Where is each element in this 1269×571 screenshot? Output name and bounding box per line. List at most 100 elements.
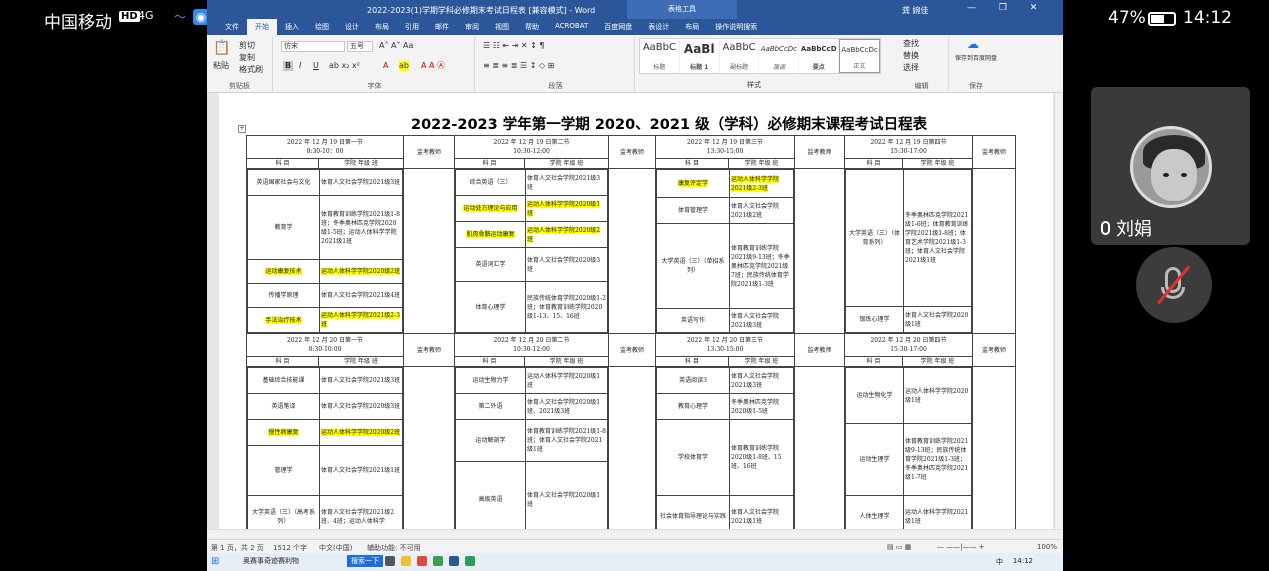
proctor-cell[interactable]: [972, 168, 1016, 334]
tab-acrobat[interactable]: ACROBAT: [547, 19, 596, 35]
bold-button[interactable]: B: [283, 61, 294, 71]
paste-icon[interactable]: 📋: [213, 41, 230, 55]
wechat-icon[interactable]: [465, 556, 475, 566]
tab-table-layout[interactable]: 布局: [677, 19, 707, 35]
style-sample: AaBbCcD: [800, 45, 837, 53]
font-group: 仿宋 五号 A˄ A˅ Aa B I U ab x₂ x² A ab A A Ⓐ…: [275, 37, 475, 91]
font-color-icon[interactable]: A: [383, 61, 388, 71]
tab-layout[interactable]: 布局: [367, 19, 397, 35]
proctor-cell[interactable]: [794, 366, 845, 539]
style-normal[interactable]: AaBbCcDc 正文: [839, 39, 880, 73]
page-count[interactable]: 第 1 页，共 2 页: [211, 543, 264, 553]
cloud-icon[interactable]: ☁: [967, 38, 979, 50]
select-button[interactable]: 选择: [903, 63, 919, 73]
tab-references[interactable]: 引用: [397, 19, 427, 35]
style-emphasis[interactable]: AaBbCcDc 强调: [759, 39, 800, 73]
strike-icon[interactable]: ab x₂ x²: [329, 61, 360, 71]
status-bar: 第 1 页，共 2 页 1512 个字 中文(中国) 辅助功能: 不可用 ▤ ▭…: [207, 539, 1063, 553]
save-baidu-button[interactable]: 保存到百度网盘: [953, 55, 999, 63]
slot4-list: 运动生物化学 运动人体科学学院2020级1班 运动生理学 体育教育训练学院2021级…: [845, 367, 972, 538]
class-col-header: 学院 年级 班: [524, 158, 609, 169]
highlight-text: 运动人体科学学院2020级2班: [321, 429, 401, 436]
class-col-header: 学院 年级 班: [902, 158, 973, 169]
grow-font-icon[interactable]: A˄ A˅ Aa: [379, 41, 413, 51]
app-icon[interactable]: [433, 556, 443, 566]
slot3-cell: 英语阅读3 体育人文社会学院2021级3班 教育心理学 冬季奥林匹克学院2020级1…: [655, 366, 795, 539]
taskbar-search-button[interactable]: 搜索一下: [347, 555, 383, 567]
vertical-scrollbar[interactable]: [1054, 93, 1063, 529]
exam-row: 英语词汇学 体育人文社会学院2020级3班: [455, 247, 608, 282]
tab-view[interactable]: 视图: [487, 19, 517, 35]
proctor-cell[interactable]: [608, 168, 656, 334]
exam-class: 体育人文社会学院2020级3班: [525, 247, 608, 282]
language-indicator[interactable]: 中文(中国): [319, 543, 352, 553]
align-icon[interactable]: ≡ ≣ ≡ ≣ ☰ ↕ ◇ ⊞: [483, 61, 554, 71]
proctor-cell[interactable]: [794, 168, 845, 334]
word-count[interactable]: 1512 个字: [273, 543, 307, 553]
paste-button[interactable]: 粘贴: [213, 61, 229, 71]
style-subtitle[interactable]: AaBbC 副标题: [720, 39, 760, 73]
tab-table-design[interactable]: 表设计: [640, 19, 677, 35]
slot-header: 2022 年 12 月 20 日第二节 10:30-12:00: [454, 333, 609, 357]
proctor-cell[interactable]: [403, 366, 455, 539]
word-icon[interactable]: [449, 556, 459, 566]
view-icons[interactable]: ▤ ▭ ▦: [887, 543, 911, 551]
style-title[interactable]: AaBbC 标题: [640, 39, 680, 73]
ribbon-tabs: 文件 开始 插入 绘图 设计 布局 引用 邮件 审阅 视图 帮助 ACROBAT…: [207, 19, 1063, 35]
exam-row: 体育管理学 体育人文社会学院2021级2班: [656, 197, 794, 224]
proctor-cell[interactable]: [608, 366, 656, 539]
proctor-cell[interactable]: [972, 366, 1016, 539]
user-name[interactable]: 龚 婉佳: [902, 5, 929, 16]
cut-button[interactable]: 剪切: [239, 41, 255, 51]
find-button[interactable]: 查找: [903, 39, 919, 49]
table-move-handle[interactable]: +: [238, 125, 246, 133]
horizontal-scrollbar[interactable]: [207, 529, 1063, 539]
chrome-icon[interactable]: [417, 556, 427, 566]
tab-baidu[interactable]: 百度网盘: [596, 19, 640, 35]
underline-button[interactable]: U: [313, 61, 319, 71]
font-size-select[interactable]: 五号: [347, 41, 373, 52]
list-icon[interactable]: ☰ ☷ ⇤ ⇥ ✕ ↕ ¶: [483, 41, 545, 51]
replace-button[interactable]: 替换: [903, 51, 919, 61]
style-strong[interactable]: AaBbCcD 要点: [799, 39, 840, 73]
style-heading1[interactable]: AaBl 标题 1: [680, 39, 720, 73]
zoom-level[interactable]: 100%: [1037, 543, 1057, 551]
taskview-icon[interactable]: [385, 556, 395, 566]
exam-row: 传播学原理 体育人文社会学院2021级4班: [247, 283, 403, 308]
schedule-table[interactable]: 2022 年 12 月 19 日第一节 8:30-10：00 监考教师 2022 …: [246, 135, 1016, 539]
tell-me-search[interactable]: 操作说明搜索: [707, 19, 765, 35]
ime-indicator[interactable]: 中: [996, 557, 1003, 567]
highlight-text: 康复评定学: [677, 180, 708, 187]
mute-button[interactable]: [1136, 247, 1212, 323]
windows-start-icon[interactable]: ⊞: [211, 556, 219, 567]
tab-design[interactable]: 设计: [337, 19, 367, 35]
highlight-icon[interactable]: ab: [399, 61, 409, 71]
taskbar-search-input[interactable]: 奥赛事奇迹赛利物: [243, 556, 299, 566]
tab-help[interactable]: 帮助: [517, 19, 547, 35]
tab-review[interactable]: 审阅: [457, 19, 487, 35]
proctor-header: 监考教师: [608, 135, 656, 169]
accessibility-status[interactable]: 辅助功能: 不可用: [367, 543, 421, 553]
italic-button[interactable]: I: [299, 61, 301, 71]
document-page[interactable]: + 2022-2023 学年第一学期 2020、2021 级（学科）必修期末课程…: [219, 93, 1053, 539]
exam-subject: 教育心理学: [656, 393, 730, 420]
copy-button[interactable]: 复制: [239, 53, 255, 63]
zoom-slider[interactable]: — ——|—— +: [937, 543, 985, 551]
tab-insert[interactable]: 插入: [277, 19, 307, 35]
proctor-cell[interactable]: [403, 168, 455, 334]
tab-home[interactable]: 开始: [247, 19, 277, 35]
font-name-select[interactable]: 仿宋: [281, 41, 345, 52]
title-bar: 2022-2023(1)学期学科必修期末考试日程表 [兼容模式] - Word …: [207, 0, 1063, 19]
tab-mailings[interactable]: 邮件: [427, 19, 457, 35]
style-sample: AaBbC: [722, 42, 756, 53]
slot1-list: 基础综合技能课 体育人文社会学院2021级3班 英语笔译 体育人文社会学院2020级…: [247, 367, 403, 538]
window-controls[interactable]: — ❐ ✕: [967, 3, 1047, 13]
explorer-icon[interactable]: [401, 556, 411, 566]
participant-video-tile[interactable]: 刘娟: [1091, 87, 1250, 245]
exam-subject: 肌肉骨骼运动康复: [455, 221, 526, 248]
clipboard-group: 📋 粘贴 剪切 复制 格式刷 剪贴板: [207, 37, 273, 91]
tab-draw[interactable]: 绘图: [307, 19, 337, 35]
tab-file[interactable]: 文件: [217, 19, 247, 35]
text-color-icon[interactable]: A A Ⓐ: [421, 61, 445, 71]
format-painter-button[interactable]: 格式刷: [239, 65, 263, 75]
